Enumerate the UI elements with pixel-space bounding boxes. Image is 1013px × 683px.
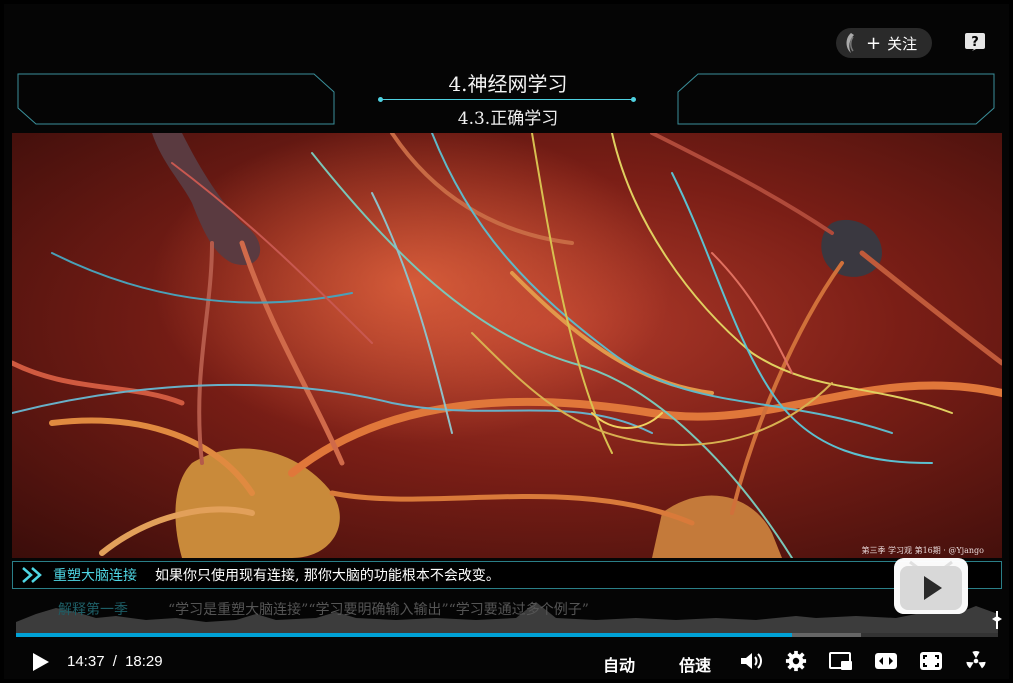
neurons-image <box>12 133 1002 558</box>
svg-text:?: ? <box>971 35 979 50</box>
quality-button[interactable]: 自动 <box>603 652 635 676</box>
plus-icon: + <box>866 32 882 54</box>
pip-icon[interactable] <box>829 650 853 672</box>
video-subtitle: 4.3.正确学习 <box>457 109 559 129</box>
header-frame-left <box>17 73 335 125</box>
volume-icon[interactable] <box>739 650 763 672</box>
video-title: 4.神经网学习 <box>448 72 568 96</box>
chapter-subtitle-bar: 重塑大脑连接 如果你只使用现有连接, 那你大脑的功能根本不会改变。 <box>12 561 1002 589</box>
chapter-title[interactable]: 重塑大脑连接 <box>53 565 137 585</box>
video-frame[interactable]: 第三季 学习观 第16期 · @Yjango <box>12 133 1002 558</box>
subtitle-text: 如果你只使用现有连接, 那你大脑的功能根本不会改变。 <box>155 568 500 584</box>
play-icon[interactable] <box>28 650 52 674</box>
chevron-icon <box>22 567 42 583</box>
chapter-description: 解释第一季 “学习是重塑大脑连接”“学习要明确输入输出”“学习要通过多个例子” <box>12 597 1002 619</box>
progress-bar[interactable] <box>16 633 998 637</box>
time-separator: / <box>112 653 117 670</box>
help-icon[interactable]: ? <box>964 32 986 52</box>
follow-button[interactable]: + 关注 <box>836 28 932 58</box>
avatar-icon <box>846 33 854 53</box>
header-frame-right <box>677 73 995 125</box>
fullscreen-icon[interactable] <box>919 650 943 672</box>
video-watermark: 第三季 学习观 第16期 · @Yjango <box>861 546 984 555</box>
speed-button[interactable]: 倍速 <box>679 652 711 676</box>
radiation-icon[interactable] <box>964 650 988 672</box>
progress-fill <box>16 633 792 637</box>
follow-label: 关注 <box>887 34 918 53</box>
control-bar: 14:37 / 18:29 自动 倍速 <box>0 642 1013 680</box>
season-label: 解释第一季 <box>58 602 128 618</box>
time-display: 14:37 / 18:29 <box>67 653 163 670</box>
duration: 18:29 <box>125 653 163 670</box>
progress-handle-icon[interactable] <box>988 609 1006 631</box>
big-play-icon[interactable] <box>894 558 968 614</box>
title-divider <box>378 97 636 102</box>
chapter-points: “学习是重塑大脑连接”“学习要明确输入输出”“学习要通过多个例子” <box>168 602 589 618</box>
current-time: 14:37 <box>67 653 105 670</box>
widescreen-icon[interactable] <box>874 650 898 672</box>
settings-icon[interactable] <box>784 650 808 672</box>
